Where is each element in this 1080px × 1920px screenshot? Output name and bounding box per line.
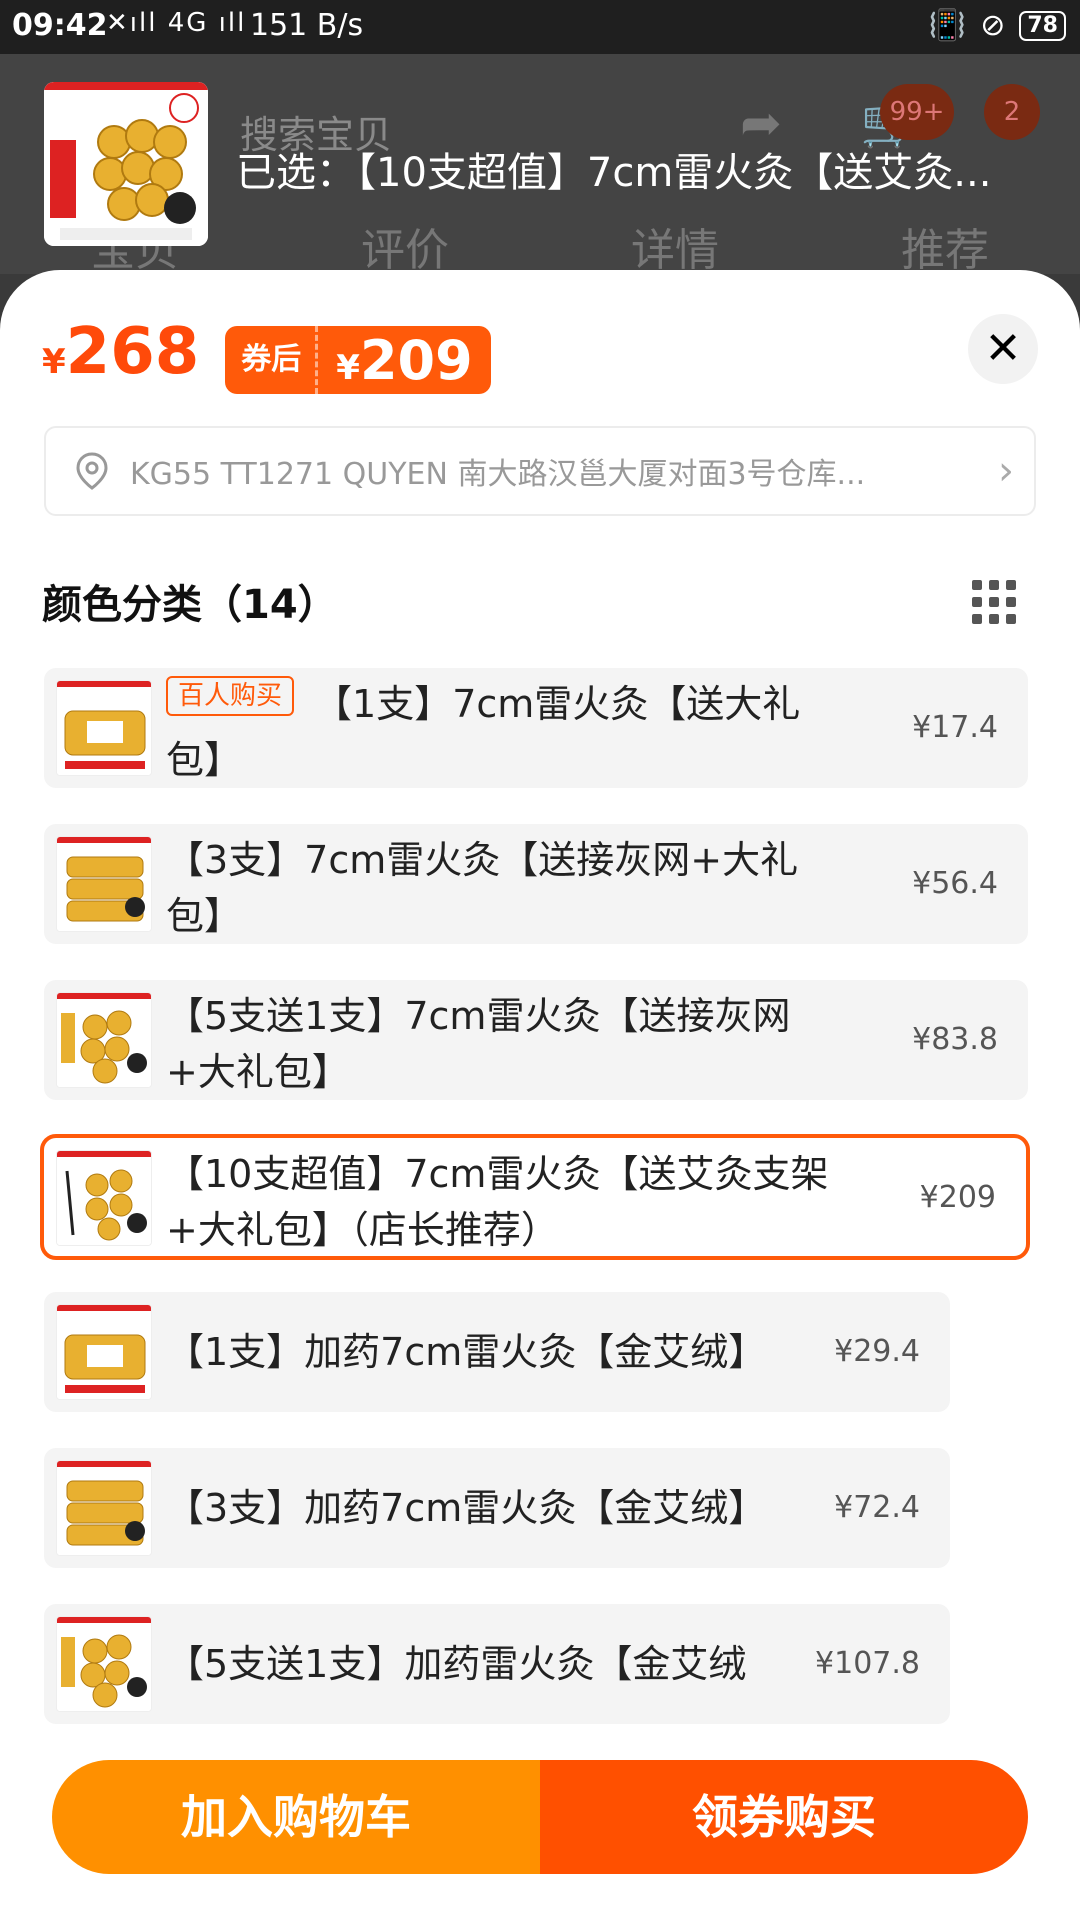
variant-option[interactable]: 【1支】加药7cm雷火灸【金艾绒】 ¥29.4: [44, 1292, 950, 1412]
variant-label: 【10支超值】7cm雷火灸【送艾灸支架+大礼包】（店长推荐）: [166, 1152, 829, 1252]
variant-price: ¥107.8: [815, 1646, 920, 1681]
variant-price: ¥209: [919, 1180, 996, 1215]
buy-with-coupon-button[interactable]: 领券购买: [540, 1760, 1028, 1874]
tab-reviews: 评价: [361, 225, 449, 276]
variant-option[interactable]: 【5支送1支】加药雷火灸【金艾绒 ¥107.8: [44, 1604, 950, 1724]
variant-label: 百人购买 【1支】7cm雷火灸【送大礼包】: [166, 676, 846, 788]
cart-badge: 99+: [880, 84, 954, 140]
variant-price: ¥17.4: [912, 710, 998, 745]
location-pin-icon: [76, 452, 108, 490]
address-text: KG55 TT1271 QUYEN 南大路汉邕大厦对面3号仓库...: [130, 457, 866, 492]
tab-recommend: 推荐: [901, 225, 989, 276]
coupon-price-badge: 券后 ¥209: [225, 326, 491, 394]
variant-option-selected[interactable]: 【10支超值】7cm雷火灸【送艾灸支架+大礼包】（店长推荐） ¥209: [40, 1134, 1030, 1260]
price-row: ¥268 券后 ¥209: [42, 320, 491, 394]
variant-thumbnail: [56, 1150, 152, 1246]
add-to-cart-button[interactable]: 加入购物车: [52, 1760, 540, 1874]
variant-label: 【1支】加药7cm雷火灸【金艾绒】: [166, 1330, 767, 1374]
network-speed: 151 B/s: [250, 8, 364, 43]
grid-view-icon[interactable]: [972, 580, 1016, 624]
close-button[interactable]: ✕: [968, 314, 1038, 384]
message-badge: 2: [984, 84, 1040, 140]
tab-details: 详情: [631, 225, 719, 276]
signal-icon: ✕ıll 4G ıll: [106, 8, 247, 38]
variant-thumbnail: [56, 1460, 152, 1556]
variant-label: 【3支】7cm雷火灸【送接灰网+大礼包】: [166, 838, 799, 938]
status-bar: 09:42 ✕ıll 4G ıll 151 B/s 📳 ⊘ 78: [0, 0, 1080, 54]
address-selector[interactable]: KG55 TT1271 QUYEN 南大路汉邕大厦对面3号仓库... ›: [44, 426, 1036, 516]
variant-thumbnail: [56, 680, 152, 776]
rotation-lock-icon: ⊘: [980, 8, 1006, 43]
sku-sheet: ¥268 券后 ¥209 ✕ KG55 TT1271 QUYEN 南大路汉邕大厦…: [0, 270, 1080, 1920]
variant-option[interactable]: 【5支送1支】7cm雷火灸【送接灰网+大礼包】 ¥83.8: [44, 980, 1028, 1100]
selected-variant-text: 已选：【10支超值】7cm雷火灸【送艾灸...: [236, 150, 992, 196]
variant-thumbnail: [56, 836, 152, 932]
variant-thumbnail: [56, 1304, 152, 1400]
original-price: ¥268: [42, 315, 200, 389]
popular-tag: 百人购买: [166, 676, 295, 716]
variant-thumbnail: [56, 1616, 152, 1712]
battery-icon: 78: [1019, 10, 1066, 41]
variant-section-title: 颜色分类（14）: [42, 582, 338, 628]
variant-option[interactable]: 百人购买 【1支】7cm雷火灸【送大礼包】 ¥17.4: [44, 668, 1028, 788]
variant-label: 【5支送1支】加药雷火灸【金艾绒: [166, 1642, 747, 1686]
variant-option[interactable]: 【3支】7cm雷火灸【送接灰网+大礼包】 ¥56.4: [44, 824, 1028, 944]
selected-product-image[interactable]: [44, 82, 208, 246]
coupon-price: ¥209: [336, 328, 473, 392]
status-time: 09:42: [12, 8, 108, 43]
coupon-label: 券后: [225, 326, 319, 394]
variant-price: ¥83.8: [912, 1022, 998, 1057]
variant-price: ¥72.4: [834, 1490, 920, 1525]
variant-price: ¥29.4: [834, 1334, 920, 1369]
vibrate-icon: 📳: [928, 8, 967, 43]
variant-price: ¥56.4: [912, 866, 998, 901]
variant-option[interactable]: 【3支】加药7cm雷火灸【金艾绒】 ¥72.4: [44, 1448, 950, 1568]
close-icon: ✕: [984, 323, 1022, 374]
chevron-right-icon: ›: [998, 448, 1014, 494]
variant-label: 【5支送1支】7cm雷火灸【送接灰网+大礼包】: [166, 994, 791, 1094]
variant-thumbnail: [56, 992, 152, 1088]
variant-label: 【3支】加药7cm雷火灸【金艾绒】: [166, 1486, 767, 1530]
